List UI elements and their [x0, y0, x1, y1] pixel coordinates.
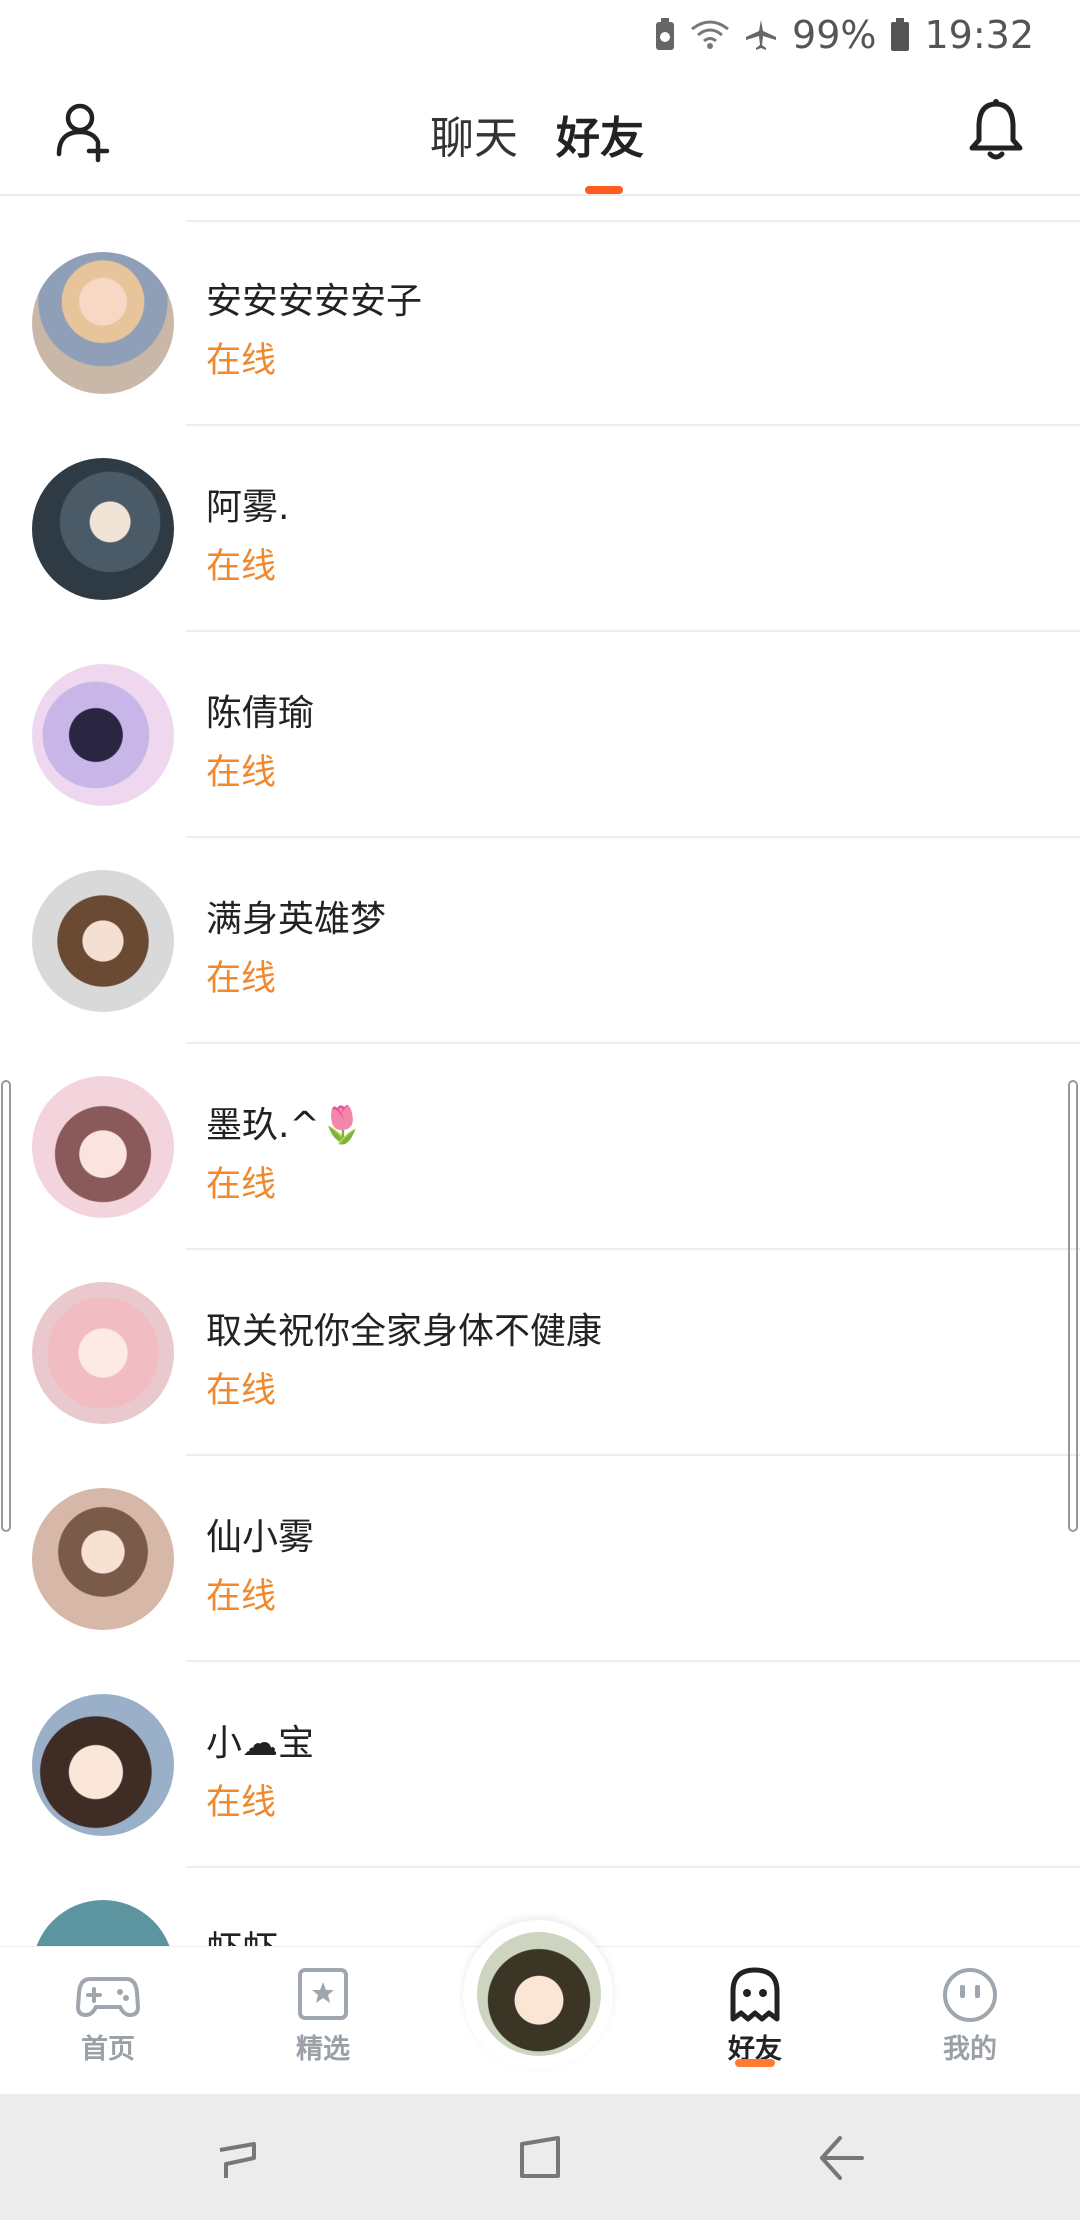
- bell-icon[interactable]: [966, 98, 1026, 164]
- recent-apps-icon[interactable]: [212, 2130, 268, 2186]
- battery-saver-icon: [654, 18, 676, 52]
- friend-name: 虾虾: [206, 1920, 278, 1946]
- tab-chat[interactable]: 聊天: [430, 102, 518, 166]
- friend-name: 小☁宝: [206, 1723, 315, 1764]
- nav-label: 首页: [81, 2034, 135, 2065]
- friend-name: 阿雾.: [206, 487, 290, 528]
- scrollbar-left[interactable]: [1, 1080, 11, 1532]
- list-item[interactable]: 阿雾. 在线: [0, 426, 1080, 632]
- friend-list: 安安安安安子 在线 阿雾. 在线 陈倩瑜 在线 满身英雄梦 在线 墨玖.^🌷 在…: [0, 196, 1080, 1946]
- list-item[interactable]: 安安安安安子 在线: [0, 220, 1080, 426]
- friend-name: 取关祝你全家身体不健康: [206, 1311, 603, 1352]
- avatar: [477, 1932, 601, 2056]
- ghost-icon: [723, 1967, 787, 2023]
- list-item[interactable]: 墨玖.^🌷 在线: [0, 1044, 1080, 1250]
- nav-label: 精选: [296, 2034, 350, 2065]
- list-item[interactable]: [0, 196, 1080, 222]
- active-nav-indicator: [735, 2059, 775, 2067]
- status-bar: 99% 19:32: [0, 0, 1080, 68]
- center-profile-avatar[interactable]: [463, 1920, 613, 2070]
- airplane-mode-icon: [744, 18, 778, 52]
- friend-status: 在线: [206, 341, 277, 381]
- avatar: [32, 870, 174, 1012]
- friend-status: 在线: [206, 1783, 277, 1823]
- list-item[interactable]: 取关祝你全家身体不健康 在线: [0, 1250, 1080, 1456]
- list-item[interactable]: 仙小雾 在线: [0, 1456, 1080, 1662]
- top-header: 聊天 好友: [0, 68, 1080, 196]
- friend-name: 陈倩瑜: [206, 693, 315, 734]
- nav-label: 我的: [943, 2034, 997, 2065]
- scrollbar-right[interactable]: [1068, 1080, 1078, 1532]
- nav-friends[interactable]: 好友: [695, 1967, 815, 2067]
- active-tab-indicator: [585, 186, 623, 194]
- tab-friends[interactable]: 好友: [556, 102, 644, 166]
- friend-name: 安安安安安子: [206, 281, 423, 322]
- list-item[interactable]: 陈倩瑜 在线: [0, 632, 1080, 838]
- home-icon[interactable]: [512, 2130, 568, 2186]
- avatar: [32, 1488, 174, 1630]
- header-tabs: 聊天 好友: [0, 68, 1080, 194]
- clock: 19:32: [924, 13, 1034, 57]
- nav-me[interactable]: 我的: [910, 1967, 1030, 2066]
- star-badge-icon: [291, 1967, 355, 2023]
- friend-status: 在线: [206, 1371, 277, 1411]
- friend-status: 在线: [206, 753, 277, 793]
- smiley-icon: [938, 1967, 1002, 2023]
- friend-name: 墨玖.^🌷: [206, 1105, 365, 1146]
- system-nav-bar: [0, 2094, 1080, 2220]
- avatar: [32, 664, 174, 806]
- battery-icon: [890, 18, 910, 52]
- gamepad-icon: [75, 1967, 141, 2023]
- friend-status: 在线: [206, 547, 277, 587]
- nav-featured[interactable]: 精选: [263, 1967, 383, 2066]
- friend-status: 在线: [206, 959, 277, 999]
- friend-name: 满身英雄梦: [206, 899, 387, 940]
- battery-percent: 99%: [792, 13, 877, 57]
- back-icon[interactable]: [812, 2130, 868, 2186]
- list-item[interactable]: 小☁宝 在线: [0, 1662, 1080, 1868]
- avatar: [32, 252, 174, 394]
- list-item[interactable]: 满身英雄梦 在线: [0, 838, 1080, 1044]
- friend-status: 在线: [206, 1577, 277, 1617]
- friend-name: 仙小雾: [206, 1517, 315, 1558]
- wifi-icon: [690, 19, 730, 51]
- friend-status: 在线: [206, 1165, 277, 1205]
- avatar: [32, 458, 174, 600]
- avatar: [32, 1282, 174, 1424]
- avatar: [32, 1694, 174, 1836]
- nav-home[interactable]: 首页: [48, 1967, 168, 2066]
- avatar: [32, 1900, 174, 1946]
- avatar: [32, 1076, 174, 1218]
